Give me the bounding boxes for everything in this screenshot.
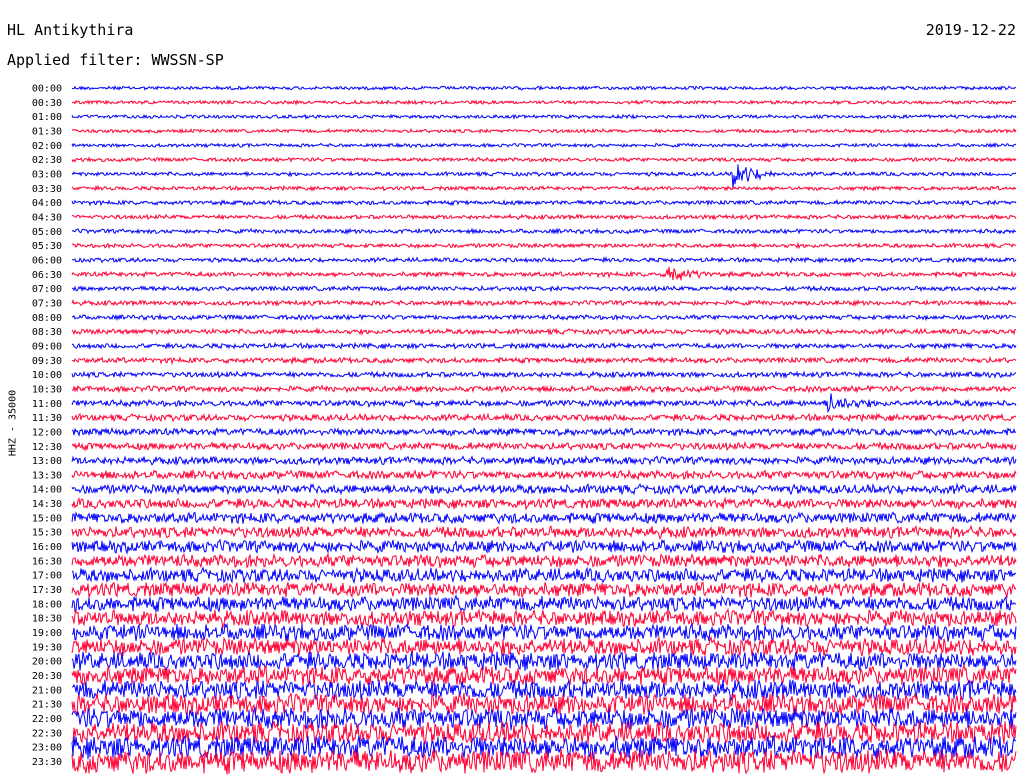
row-time-label: 00:00 [32, 84, 62, 95]
seismic-trace-1100 [71, 393, 1017, 414]
seismic-trace-1900 [71, 622, 1017, 643]
row-time-label: 21:30 [32, 700, 62, 711]
row-time-label: 00:30 [32, 98, 62, 109]
seismic-trace-1800 [71, 594, 1017, 613]
row-time-label: 18:30 [32, 614, 62, 625]
row-time-label: 16:00 [32, 542, 62, 553]
seismic-trace-1530 [71, 524, 1017, 540]
row-time-label: 01:00 [32, 112, 62, 123]
row-time-label: 22:00 [32, 714, 62, 725]
seismic-trace-1430 [71, 496, 1017, 511]
seismic-trace-0500 [71, 227, 1016, 236]
seismic-trace-0200 [71, 142, 1017, 149]
seismic-trace-0800 [71, 313, 1017, 322]
seismic-trace-2030 [71, 663, 1017, 687]
seismic-trace-1200 [72, 426, 1017, 438]
seismic-trace-0000 [71, 84, 1017, 91]
row-time-label: 06:30 [32, 270, 62, 281]
seismic-trace-0430 [71, 213, 1017, 221]
row-time-label: 05:00 [32, 227, 62, 238]
row-time-label: 15:30 [32, 528, 62, 539]
seismic-trace-0230 [71, 156, 1017, 164]
seismic-trace-0730 [71, 298, 1017, 308]
seismic-trace-1730 [71, 581, 1017, 599]
seismic-trace-1230 [71, 440, 1017, 453]
row-time-label: 09:30 [32, 356, 62, 367]
row-time-label: 20:00 [32, 657, 62, 668]
row-time-label: 14:00 [32, 485, 62, 496]
row-time-label: 03:00 [32, 169, 62, 180]
row-time-label: 23:30 [32, 757, 62, 768]
seismic-trace-0130 [71, 127, 1017, 135]
row-time-label: 18:00 [32, 599, 62, 610]
seismic-trace-0100 [71, 113, 1017, 120]
seismic-trace-1130 [71, 412, 1017, 423]
seismic-trace-1300 [71, 454, 1017, 467]
seismic-trace-0900 [71, 341, 1017, 351]
seismic-trace-1700 [71, 566, 1017, 585]
row-time-label: 21:00 [32, 685, 62, 696]
row-time-label: 07:00 [32, 284, 62, 295]
seismic-trace-1030 [71, 384, 1017, 394]
seismic-trace-1830 [71, 607, 1017, 629]
seismic-trace-0930 [71, 355, 1017, 366]
row-time-label: 04:00 [32, 198, 62, 209]
seismic-trace-1930 [71, 635, 1017, 658]
seismic-trace-0530 [71, 241, 1017, 250]
helicorder-plot: 00:00 00:30 01:00 01:30 02:00 02:30 03:00 03:30… [32, 84, 1017, 775]
row-time-label: 14:30 [32, 499, 62, 510]
seismic-trace-2000 [71, 650, 1017, 673]
row-time-label: 05:30 [32, 241, 62, 252]
row-time-label: 08:00 [32, 313, 62, 324]
seismic-trace-1500 [71, 511, 1017, 525]
row-time-label: 02:30 [32, 155, 62, 166]
seismic-trace-1330 [71, 468, 1017, 482]
seismic-trace-0300 [71, 164, 1017, 189]
seismic-trace-1400 [71, 482, 1017, 496]
row-time-label: 12:00 [32, 427, 62, 438]
row-time-label: 17:30 [32, 585, 62, 596]
row-time-label: 19:30 [32, 642, 62, 653]
seismic-trace-0830 [71, 327, 1017, 336]
row-time-label: 06:00 [32, 255, 62, 266]
seismic-trace-0330 [71, 184, 1017, 193]
row-time-label: 02:00 [32, 141, 62, 152]
row-time-label: 19:00 [32, 628, 62, 639]
row-time-label: 15:00 [32, 513, 62, 524]
seismic-trace-0700 [71, 284, 1017, 293]
seismic-trace-0030 [71, 99, 1017, 106]
row-time-label: 22:30 [32, 728, 62, 739]
row-time-label: 20:30 [32, 671, 62, 682]
row-time-label: 17:00 [32, 571, 62, 582]
row-time-label: 03:30 [32, 184, 62, 195]
row-time-label: 12:30 [32, 442, 62, 453]
seismic-trace-1600 [71, 538, 1017, 555]
seismic-trace-1630 [71, 552, 1017, 569]
row-time-label: 10:30 [32, 384, 62, 395]
row-time-label: 04:30 [32, 212, 62, 223]
row-time-label: 13:30 [32, 470, 62, 481]
seismic-trace-0630 [71, 266, 1017, 281]
row-time-label: 16:30 [32, 556, 62, 567]
row-time-label: 11:00 [32, 399, 62, 410]
row-time-label: 11:30 [32, 413, 62, 424]
row-time-label: 08:30 [32, 327, 62, 338]
row-time-label: 13:00 [32, 456, 62, 467]
seismic-trace-0600 [71, 256, 1017, 265]
row-time-label: 10:00 [32, 370, 62, 381]
seismic-trace-0400 [71, 198, 1017, 207]
row-time-label: 01:30 [32, 126, 62, 137]
seismic-trace-1000 [71, 370, 1017, 380]
row-time-label: 07:30 [32, 298, 62, 309]
row-time-label: 09:00 [32, 341, 62, 352]
row-time-label: 23:00 [32, 743, 62, 754]
